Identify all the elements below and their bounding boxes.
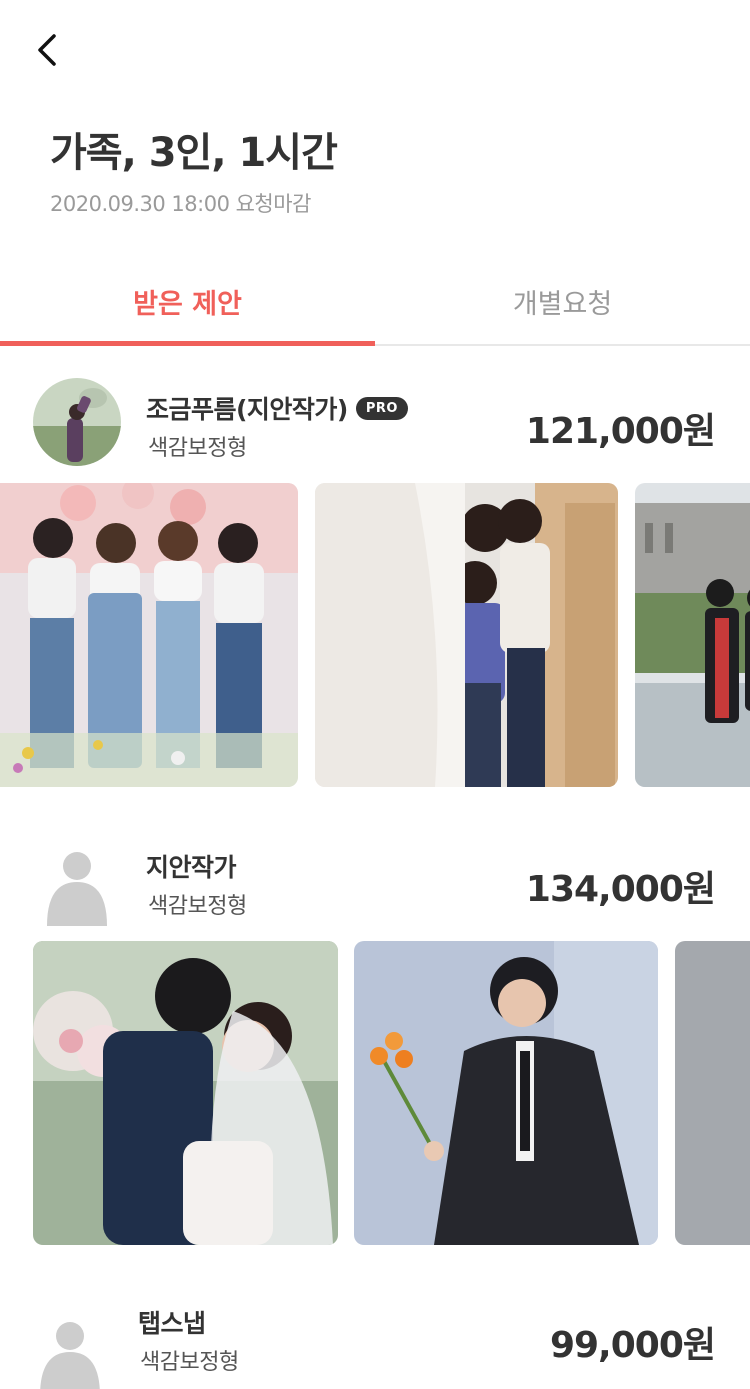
offer-price: 134,000원 <box>525 869 716 910</box>
person-placeholder-icon <box>26 1308 114 1389</box>
offer-header[interactable]: 탭스냅 색감보정형 99,000원 <box>0 1296 750 1389</box>
back-button[interactable] <box>28 28 72 72</box>
offer-header[interactable]: 조금푸름(지안작가) PRO 색감보정형 121,000원 <box>0 378 750 478</box>
tab-received-offers[interactable]: 받은 제안 <box>0 258 375 346</box>
portfolio-photo[interactable] <box>675 941 750 1245</box>
person-placeholder-icon <box>33 838 121 926</box>
retouch-style: 색감보정형 <box>148 436 247 461</box>
portfolio-gallery[interactable] <box>0 483 750 787</box>
portfolio-photo[interactable] <box>0 483 298 787</box>
request-deadline: 2020.09.30 18:00 요청마감 <box>50 192 311 216</box>
offer-card: 탭스냅 색감보정형 99,000원 <box>0 1296 750 1389</box>
portfolio-photo[interactable] <box>315 483 618 787</box>
offer-card: 지안작가 색감보정형 134,000원 <box>0 838 750 938</box>
retouch-style: 색감보정형 <box>140 1350 239 1375</box>
offer-price: 121,000원 <box>525 411 716 452</box>
offer-card: 조금푸름(지안작가) PRO 색감보정형 121,000원 <box>0 378 750 478</box>
portfolio-photo[interactable] <box>354 941 658 1245</box>
photographer-name: 탭스냅 <box>138 1309 206 1338</box>
photographer-name: 지안작가 <box>146 853 237 882</box>
portfolio-gallery[interactable] <box>0 941 750 1245</box>
avatar <box>33 378 121 466</box>
portfolio-photo[interactable] <box>635 483 750 787</box>
photographer-name: 조금푸름(지안작가) <box>146 395 348 424</box>
pro-badge: PRO <box>355 396 408 420</box>
page-title: 가족, 3인, 1시간 <box>50 130 338 176</box>
retouch-style: 색감보정형 <box>148 894 247 919</box>
offer-header[interactable]: 지안작가 색감보정형 134,000원 <box>0 838 750 938</box>
tab-bar: 받은 제안 개별요청 <box>0 258 750 346</box>
chevron-left-icon <box>38 34 56 66</box>
offer-price: 99,000원 <box>549 1325 716 1366</box>
tab-individual-requests[interactable]: 개별요청 <box>375 258 750 344</box>
portfolio-photo[interactable] <box>33 941 338 1245</box>
